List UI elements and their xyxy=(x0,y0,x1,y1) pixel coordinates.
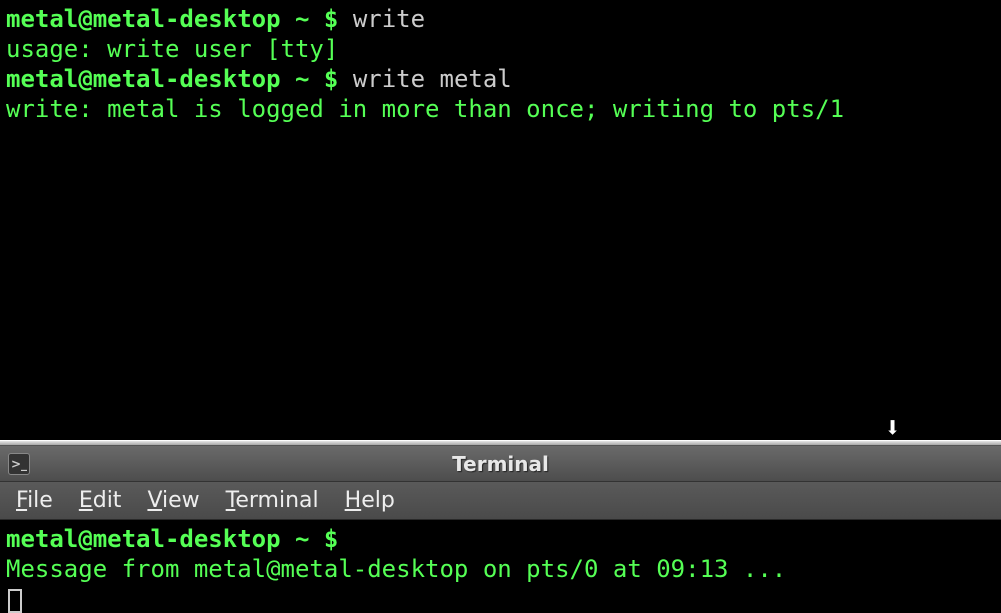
window-titlebar[interactable]: >_ Terminal xyxy=(0,446,1001,482)
terminal-app-icon: >_ xyxy=(8,453,30,475)
terminal-line: metal@metal-desktop ~ $ write metal xyxy=(6,64,995,94)
terminal-line xyxy=(6,584,995,613)
prompt-user: metal@metal-desktop xyxy=(6,65,281,93)
terminal-line: metal@metal-desktop ~ $ xyxy=(6,524,995,554)
terminal-pane-top[interactable]: metal@metal-desktop ~ $ write usage: wri… xyxy=(0,0,1001,440)
menu-edit[interactable]: Edit xyxy=(75,486,126,515)
menubar: File Edit View Terminal Help xyxy=(0,482,1001,520)
cursor xyxy=(8,589,22,613)
prompt-path: ~ xyxy=(281,5,324,33)
prompt-symbol: $ xyxy=(324,65,338,93)
prompt-symbol: $ xyxy=(324,5,338,33)
menu-view[interactable]: View xyxy=(143,486,203,515)
prompt-symbol: $ xyxy=(324,525,338,553)
command-text: write xyxy=(353,5,425,33)
prompt-path: ~ xyxy=(281,525,324,553)
download-icon: ⬇ xyxy=(884,411,901,444)
terminal-line: metal@metal-desktop ~ $ write xyxy=(6,4,995,34)
menu-help[interactable]: Help xyxy=(341,486,399,515)
prompt-user: metal@metal-desktop xyxy=(6,5,281,33)
menu-file[interactable]: File xyxy=(12,486,57,515)
command-text: write metal xyxy=(353,65,512,93)
terminal-output: Message from metal@metal-desktop on pts/… xyxy=(6,554,995,584)
terminal-output: write: metal is logged in more than once… xyxy=(6,94,995,124)
terminal-pane-bottom[interactable]: metal@metal-desktop ~ $ Message from met… xyxy=(0,520,1001,613)
window-title: Terminal xyxy=(452,452,549,476)
prompt-user: metal@metal-desktop xyxy=(6,525,281,553)
menu-terminal[interactable]: Terminal xyxy=(222,486,323,515)
prompt-path: ~ xyxy=(281,65,324,93)
terminal-output: usage: write user [tty] xyxy=(6,34,995,64)
